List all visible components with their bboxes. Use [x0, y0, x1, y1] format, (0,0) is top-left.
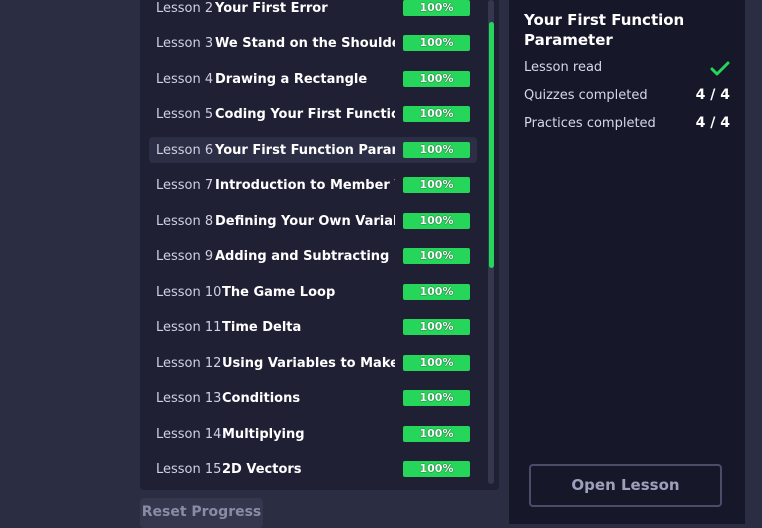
- lesson-row[interactable]: Lesson 5 Coding Your First Function 100%: [149, 101, 477, 127]
- scrollbar-thumb[interactable]: [489, 22, 494, 268]
- lesson-title: The Game Loop: [222, 284, 336, 300]
- lesson-row[interactable]: Lesson 12 Using Variables to Make Coc 10…: [149, 350, 477, 376]
- lesson-number: Lesson 11: [156, 319, 222, 335]
- lesson-progress-badge: 100%: [403, 213, 470, 229]
- lesson-row[interactable]: Lesson 8 Defining Your Own Variables 100…: [149, 208, 477, 234]
- lesson-number: Lesson 6: [156, 142, 214, 158]
- lesson-list-panel: Lesson 2 Your First Error 100% Lesson 3 …: [140, 0, 499, 490]
- lesson-title: Using Variables to Make Coc: [222, 355, 395, 371]
- practices-completed-label: Practices completed: [524, 116, 656, 131]
- lesson-progress-badge: 100%: [403, 426, 470, 442]
- lesson-row[interactable]: Lesson 4 Drawing a Rectangle 100%: [149, 66, 477, 92]
- lesson-number: Lesson 7: [156, 177, 214, 193]
- lesson-number: Lesson 15: [156, 461, 222, 477]
- lesson-row[interactable]: Lesson 9 Adding and Subtracting 100%: [149, 243, 477, 269]
- lesson-progress-badge: 100%: [403, 319, 470, 335]
- lesson-progress-badge: 100%: [403, 106, 470, 122]
- lesson-number: Lesson 9: [156, 248, 214, 264]
- lesson-row[interactable]: Lesson 11 Time Delta 100%: [149, 314, 477, 340]
- lesson-title: Adding and Subtracting: [215, 248, 390, 264]
- lesson-progress-badge: 100%: [403, 390, 470, 406]
- lesson-number: Lesson 4: [156, 71, 214, 87]
- lesson-number: Lesson 10: [156, 284, 222, 300]
- lesson-number: Lesson 5: [156, 106, 214, 122]
- lesson-title: Conditions: [222, 390, 301, 406]
- lesson-progress-badge: 100%: [403, 461, 470, 477]
- lesson-number: Lesson 14: [156, 426, 222, 442]
- lesson-row-selected[interactable]: Lesson 6 Your First Function Paramete 10…: [149, 137, 477, 163]
- lesson-progress-badge: 100%: [403, 0, 470, 16]
- lesson-title: Multiplying: [222, 426, 305, 442]
- lesson-number: Lesson 13: [156, 390, 222, 406]
- lesson-title: Your First Function Paramete: [215, 142, 395, 158]
- lesson-row[interactable]: Lesson 13 Conditions 100%: [149, 385, 477, 411]
- reset-progress-button[interactable]: Reset Progress: [140, 498, 263, 528]
- lesson-row[interactable]: Lesson 2 Your First Error 100%: [149, 0, 477, 21]
- lesson-row[interactable]: Lesson 15 2D Vectors 100%: [149, 456, 477, 482]
- lesson-progress-badge: 100%: [403, 355, 470, 371]
- open-lesson-button[interactable]: Open Lesson: [529, 464, 722, 507]
- lesson-row[interactable]: Lesson 3 We Stand on the Shoulders of 10…: [149, 30, 477, 56]
- lesson-row[interactable]: Lesson 10 The Game Loop 100%: [149, 279, 477, 305]
- lesson-number: Lesson 12: [156, 355, 222, 371]
- lesson-progress-badge: 100%: [403, 35, 470, 51]
- lesson-title: Your First Error: [215, 0, 328, 16]
- lesson-read-label: Lesson read: [524, 60, 603, 75]
- lesson-detail-panel: Your First Function Parameter Lesson rea…: [509, 0, 745, 524]
- lesson-title: We Stand on the Shoulders of: [215, 35, 395, 51]
- lesson-progress-badge: 100%: [403, 177, 470, 193]
- practices-completed-value: 4 / 4: [695, 115, 730, 131]
- lesson-number: Lesson 8: [156, 213, 214, 229]
- lesson-number: Lesson 2: [156, 0, 214, 16]
- lesson-progress-badge: 100%: [403, 142, 470, 158]
- check-icon: [710, 61, 730, 76]
- lesson-detail-title: Your First Function Parameter: [524, 11, 685, 49]
- lesson-progress-badge: 100%: [403, 284, 470, 300]
- lesson-progress-badge: 100%: [403, 71, 470, 87]
- lesson-progress-badge: 100%: [403, 248, 470, 264]
- lesson-row[interactable]: Lesson 7 Introduction to Member Vari 100…: [149, 172, 477, 198]
- lesson-title: Coding Your First Function: [215, 106, 395, 122]
- lesson-title: Time Delta: [222, 319, 302, 335]
- lesson-number: Lesson 3: [156, 35, 214, 51]
- lesson-title: Defining Your Own Variables: [215, 213, 395, 229]
- lesson-row[interactable]: Lesson 14 Multiplying 100%: [149, 421, 477, 447]
- lesson-title: 2D Vectors: [222, 461, 302, 477]
- quizzes-completed-value: 4 / 4: [695, 87, 730, 103]
- quizzes-completed-label: Quizzes completed: [524, 88, 648, 103]
- lesson-title: Drawing a Rectangle: [215, 71, 368, 87]
- lesson-title: Introduction to Member Vari: [215, 177, 395, 193]
